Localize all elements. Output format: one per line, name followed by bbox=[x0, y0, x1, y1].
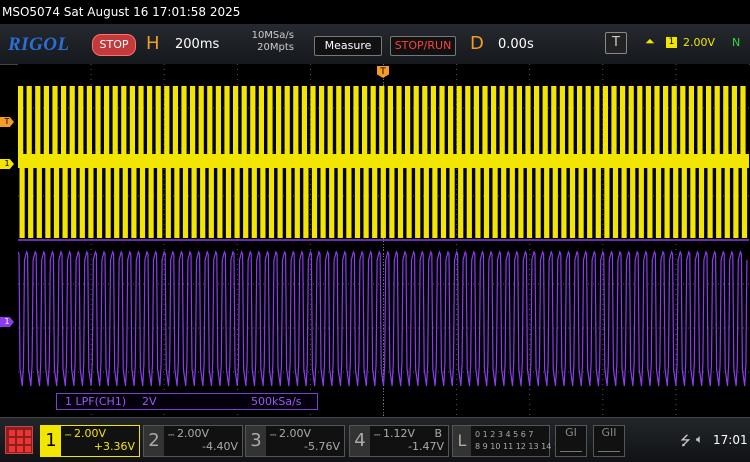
channel-offset: +3.36V bbox=[93, 440, 135, 453]
channel-number: 3 bbox=[246, 426, 266, 456]
dc-coupling-icon: ⎓ bbox=[374, 430, 381, 439]
timebase-value[interactable]: 200ms bbox=[175, 37, 219, 52]
math-rate: 500kSa/s bbox=[251, 395, 302, 408]
horizontal-icon[interactable]: H bbox=[146, 33, 160, 54]
generator-label: GII bbox=[601, 426, 617, 439]
channel-2-button[interactable]: 2 ⎓ 2.00V -4.40V bbox=[143, 425, 243, 457]
usb-icon: ⭍ bbox=[680, 434, 691, 449]
rigol-logo: RIGOL bbox=[8, 34, 70, 55]
acquisition-info: 10MSa/s 20Mpts bbox=[246, 30, 294, 54]
sample-rate: 10MSa/s bbox=[251, 30, 294, 41]
main-menu-button[interactable] bbox=[5, 426, 33, 454]
channel-3-button[interactable]: 3 ⎓ 2.00V -5.76V bbox=[245, 425, 345, 457]
generator-2-button[interactable]: GII bbox=[593, 425, 625, 457]
run-state-badge[interactable]: STOP bbox=[92, 34, 136, 56]
channel-scale: ⎓ 2.00V bbox=[168, 427, 210, 440]
delay-icon[interactable]: D bbox=[470, 33, 484, 54]
logic-label: L bbox=[453, 426, 471, 456]
trigger-level-marker[interactable]: T bbox=[0, 117, 14, 127]
math-name: 1 LPF(CH1) bbox=[65, 395, 127, 408]
channel-number: 2 bbox=[144, 426, 164, 456]
measure-button[interactable]: Measure bbox=[314, 36, 382, 56]
ch1-offset-marker[interactable]: 1 bbox=[0, 159, 14, 169]
channel-number: 1 bbox=[41, 426, 61, 456]
channel-4-button[interactable]: 4 ⎓ 1.12V B -1.47V bbox=[349, 425, 449, 457]
trigger-button[interactable]: T bbox=[605, 32, 627, 54]
generator-1-button[interactable]: GI bbox=[555, 425, 587, 457]
stop-run-button[interactable]: STOP/RUN bbox=[390, 36, 456, 56]
generator-label: GI bbox=[565, 426, 577, 439]
bandwidth-flag: B bbox=[434, 427, 442, 440]
channel-offset: -1.47V bbox=[408, 440, 444, 453]
logic-bits-low: 0 1 2 3 4 5 6 7 bbox=[475, 430, 534, 439]
math-offset-marker[interactable]: 1 bbox=[0, 317, 14, 327]
sine-wave-icon bbox=[598, 444, 620, 452]
sine-wave-icon bbox=[560, 444, 582, 452]
logic-analyzer-button[interactable]: L 0 1 2 3 4 5 6 7 8 9 10 11 12 13 14 15 bbox=[452, 425, 564, 457]
speaker-icon[interactable]: 🔈︎ bbox=[696, 432, 703, 447]
grid-canvas bbox=[18, 64, 749, 416]
logic-bits-high: 8 9 10 11 12 13 14 15 bbox=[475, 442, 565, 451]
status-clock: 17:01 bbox=[713, 433, 748, 447]
dc-coupling-icon: ⎓ bbox=[168, 430, 175, 439]
math-scale: 2V bbox=[142, 395, 157, 408]
rising-edge-icon: ⏶ bbox=[645, 34, 655, 48]
dc-coupling-icon: ⎓ bbox=[65, 430, 72, 439]
memory-depth: 20Mpts bbox=[257, 42, 294, 53]
lpf-waveform bbox=[18, 250, 748, 387]
trigger-mode[interactable]: N bbox=[732, 36, 740, 49]
channel-offset: -4.40V bbox=[202, 440, 238, 453]
channel-scale: ⎓ 1.12V bbox=[374, 427, 416, 440]
channel-scale: ⎓ 2.00V bbox=[65, 427, 107, 440]
top-control-bar: RIGOL STOP H 200ms 10MSa/s 20Mpts Measur… bbox=[0, 24, 750, 65]
channel-1-button[interactable]: 1 ⎓ 2.00V +3.36V bbox=[40, 425, 140, 457]
delay-value[interactable]: 0.00s bbox=[498, 37, 534, 52]
bottom-channel-bar: 1 ⎓ 2.00V +3.36V 2 ⎓ 2.00V -4.40V 3 ⎓ 2.00V… bbox=[0, 417, 750, 462]
window-title: MSO5074 Sat August 16 17:01:58 2025 bbox=[0, 0, 750, 24]
trigger-level[interactable]: 2.00V bbox=[683, 36, 715, 49]
dc-coupling-icon: ⎓ bbox=[270, 430, 277, 439]
trigger-source[interactable]: 1 bbox=[666, 37, 677, 48]
title-text: MSO5074 Sat August 16 17:01:58 2025 bbox=[2, 5, 241, 19]
channel-number: 4 bbox=[350, 426, 370, 456]
channel-scale: ⎓ 2.00V bbox=[270, 427, 312, 440]
channel-offset: -5.76V bbox=[304, 440, 340, 453]
math-channel-label[interactable]: 1 LPF(CH1) 2V 500kSa/s bbox=[56, 393, 318, 410]
waveform-display[interactable] bbox=[18, 64, 749, 416]
